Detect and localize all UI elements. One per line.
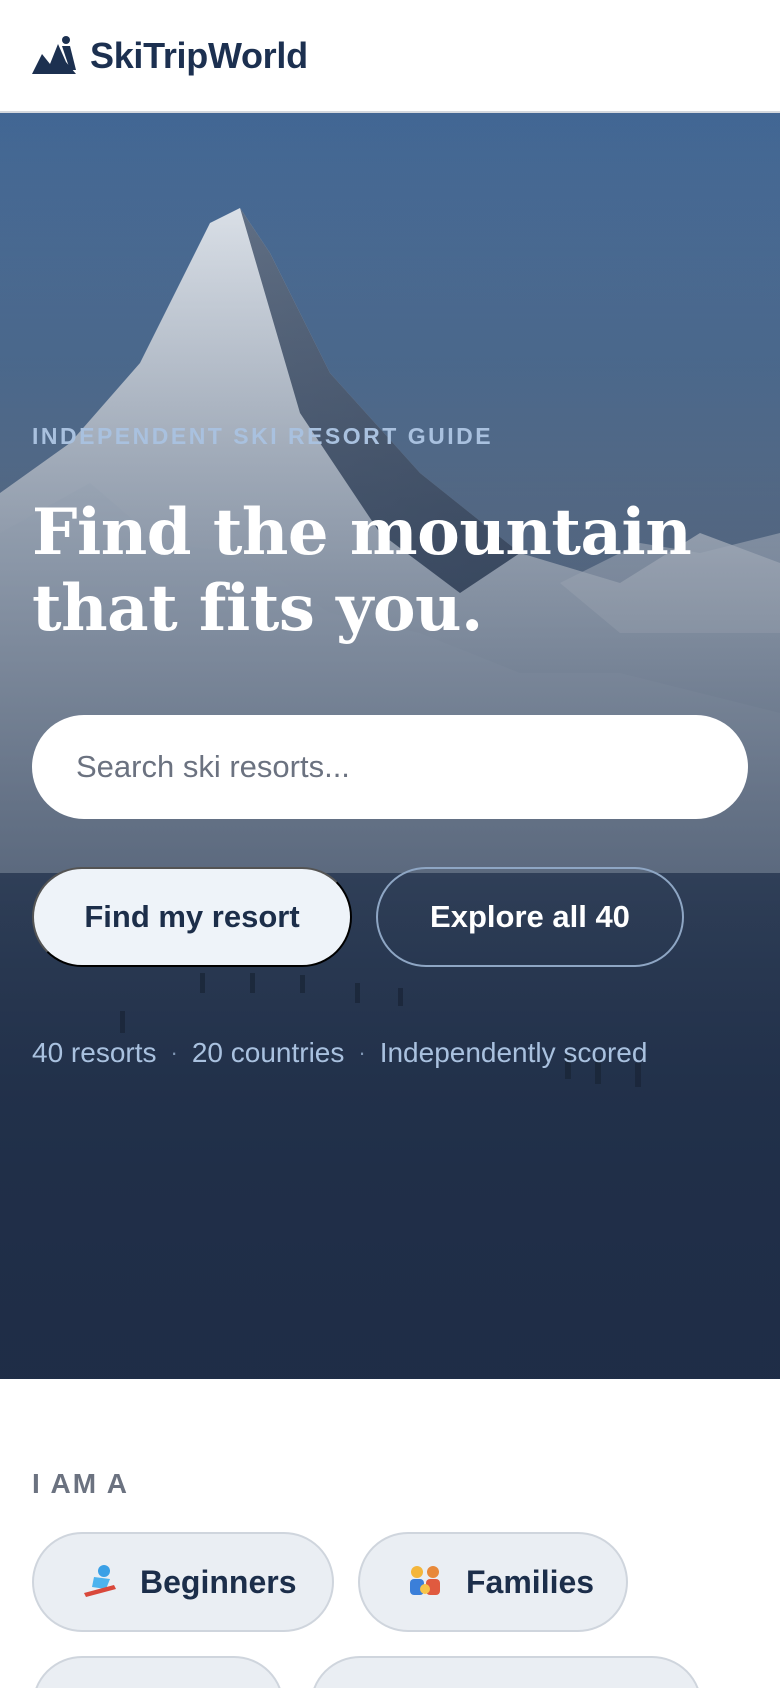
search-input[interactable]	[76, 749, 696, 785]
search-box[interactable]	[32, 715, 748, 819]
chip-label: Families	[466, 1563, 595, 1600]
brand-name[interactable]: SkiTripWorld	[90, 35, 308, 77]
persona-chip-partial[interactable]	[32, 1656, 284, 1688]
headline-line-1: Find the mountain	[32, 495, 692, 570]
stat-independent: Independently scored	[379, 1037, 648, 1068]
persona-chip-partial[interactable]	[310, 1656, 702, 1688]
persona-section: I AM A Beginners Families	[0, 1379, 780, 1688]
hero-stats: 40 resorts · 20 countries · Independentl…	[32, 1037, 647, 1069]
persona-label: I AM A	[32, 1468, 130, 1499]
hero-section: INDEPENDENT SKI RESORT GUIDE Find the mo…	[0, 113, 780, 1379]
stat-resorts: 40 resorts	[32, 1037, 157, 1068]
chip-label: Beginners	[140, 1563, 297, 1600]
explore-all-button[interactable]: Explore all 40	[376, 867, 684, 967]
sledding-icon	[84, 1565, 116, 1597]
find-resort-button[interactable]: Find my resort	[32, 867, 352, 967]
skier-logo-icon[interactable]	[32, 34, 76, 78]
hero-headline: Find the mountain that fits you.	[32, 495, 748, 647]
site-header: SkiTripWorld	[0, 0, 780, 113]
stat-separator: ·	[358, 1040, 366, 1065]
stat-countries: 20 countries	[191, 1037, 345, 1068]
headline-line-2: that fits you.	[32, 571, 483, 646]
stat-separator: ·	[170, 1040, 178, 1065]
family-icon	[410, 1566, 440, 1595]
persona-chip-families[interactable]: Families	[358, 1532, 628, 1632]
persona-chip-beginners[interactable]: Beginners	[32, 1532, 334, 1632]
hero-eyebrow: INDEPENDENT SKI RESORT GUIDE	[32, 423, 494, 449]
